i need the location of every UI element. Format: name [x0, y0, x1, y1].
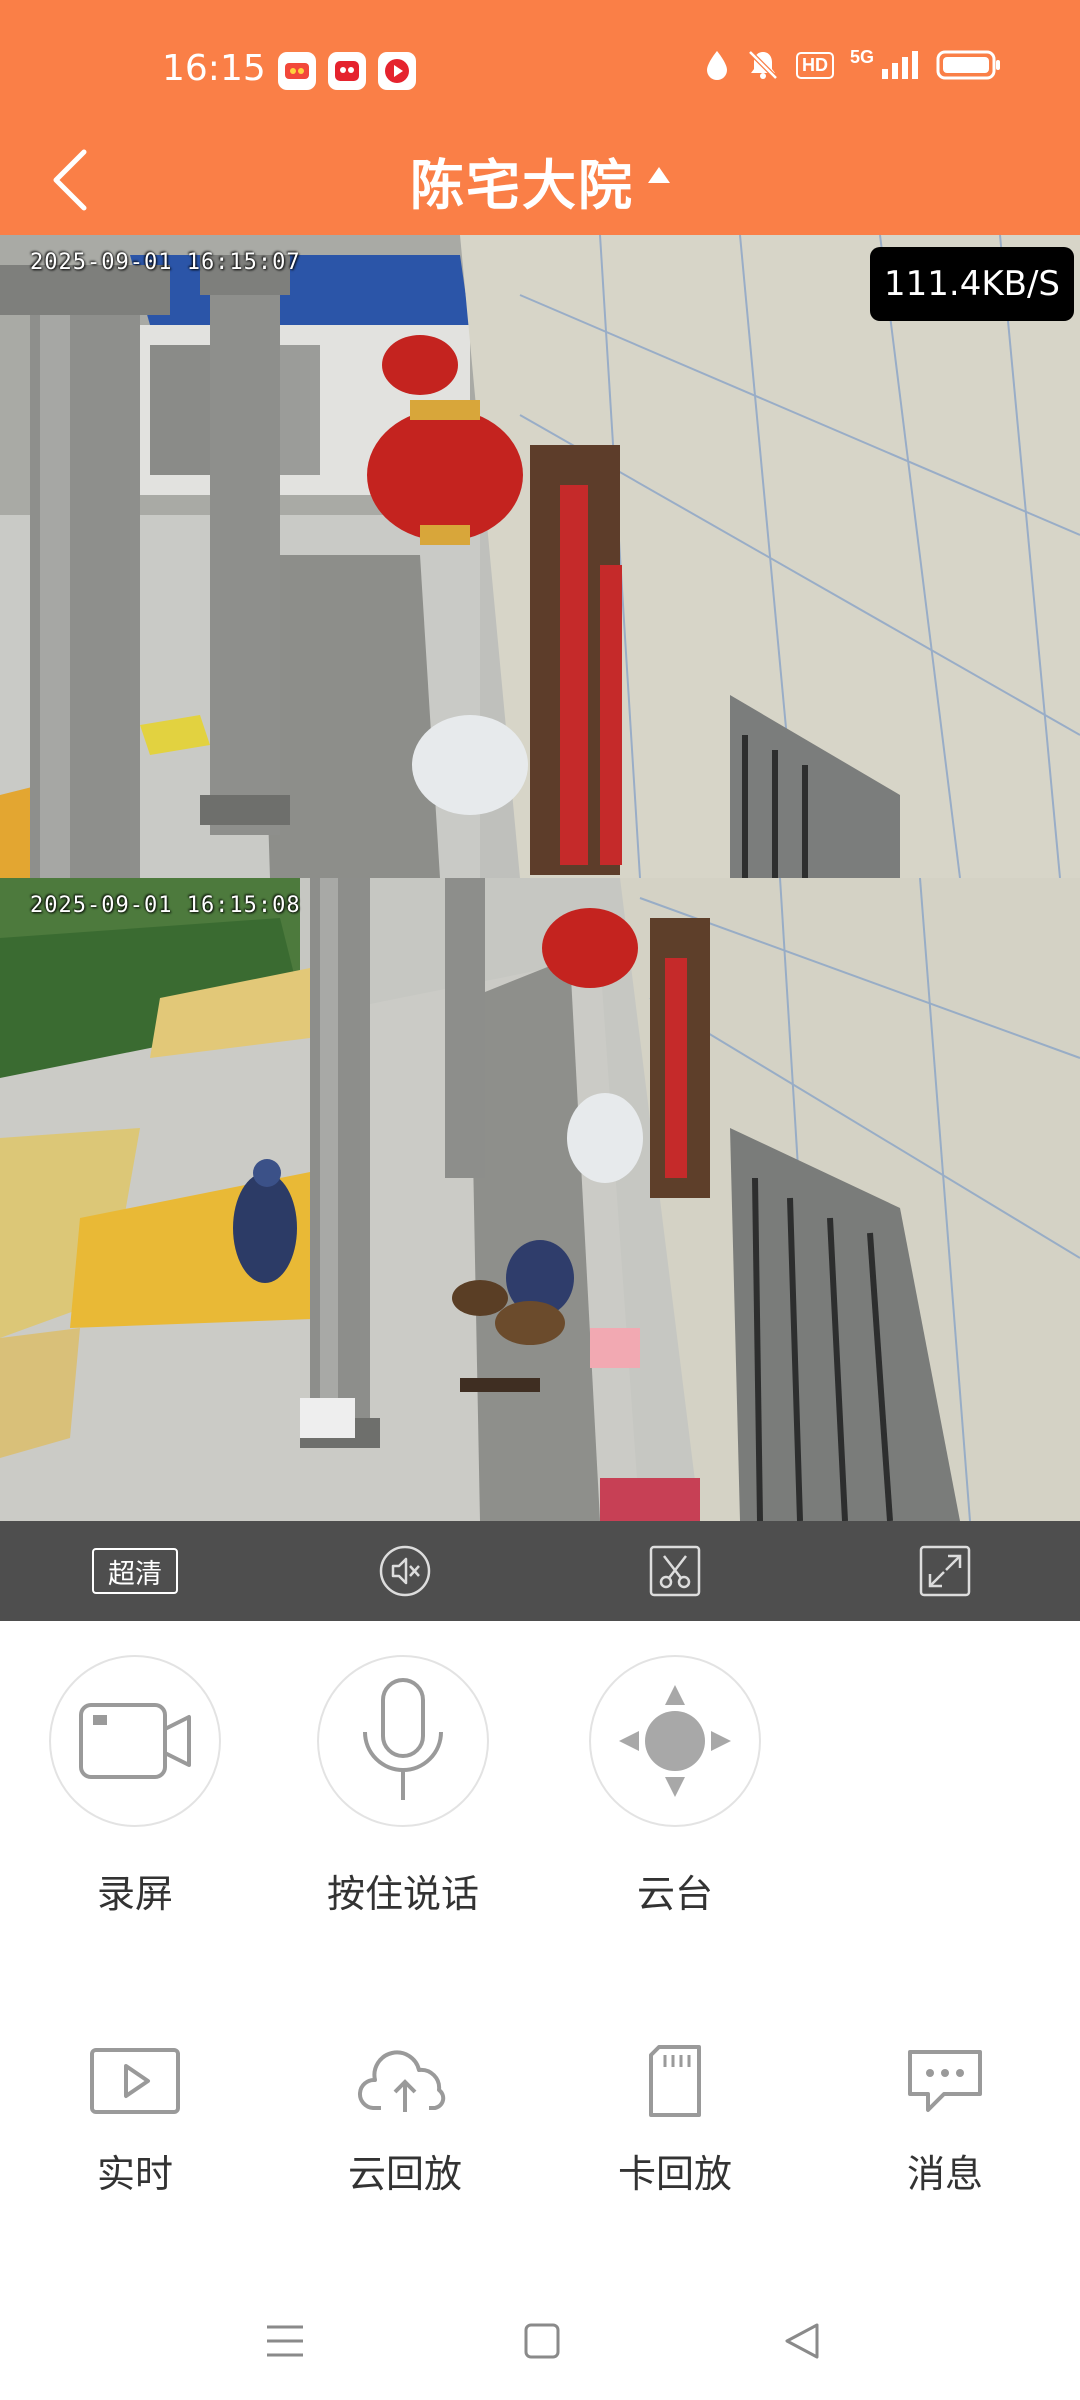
action-panel: 录屏 按住说话 云台 实时 云回放 卡回放 消息: [0, 1621, 1080, 2281]
page-title: 陈宅大院: [410, 153, 634, 217]
app-notification-icon: [328, 52, 366, 90]
status-indicators: HD 5G: [704, 46, 1002, 82]
live-label: 实时: [96, 2152, 173, 2196]
fullscreen-button[interactable]: [915, 1541, 975, 1601]
sd-card-icon: [649, 2045, 701, 2117]
quality-button[interactable]: 超清: [92, 1548, 178, 1594]
record-button-circle: [49, 1655, 221, 1827]
mute-bell-icon: [748, 50, 778, 80]
ptz-label: 云台: [636, 1872, 713, 1916]
menu-nav-button[interactable]: [255, 2311, 315, 2371]
camera-feed-2[interactable]: 2025-09-01 16:15:08: [0, 878, 1080, 1521]
expand-icon: [919, 1545, 971, 1597]
microphone-icon: [363, 1678, 443, 1800]
hd-badge: HD: [795, 51, 834, 79]
signal-strength-icon: [882, 51, 918, 79]
talk-button-circle: [317, 1655, 489, 1827]
system-navigation-bar: [0, 2281, 1080, 2400]
header: 16:15 HD 5G 陈宅大院: [0, 0, 1080, 235]
video-camera-icon: [79, 1703, 191, 1779]
video-app-notification-icon: [378, 52, 416, 90]
messages-label: 消息: [906, 2152, 983, 2196]
network-type: 5G: [849, 46, 874, 67]
device-selector[interactable]: 陈宅大院: [0, 140, 1080, 220]
back-triangle-icon: [785, 2323, 819, 2359]
speaker-mute-icon: [379, 1545, 431, 1597]
bitrate-badge: 111.4KB/S: [870, 247, 1074, 321]
ptz-direction-icon: [619, 1685, 731, 1797]
card-playback-label: 卡回放: [617, 2152, 732, 2196]
home-nav-button[interactable]: [512, 2311, 572, 2371]
live-button[interactable]: 实时: [35, 2041, 235, 2198]
menu-icon: [267, 2325, 303, 2357]
status-time: 16:15: [162, 48, 266, 89]
caret-up-icon: [648, 167, 670, 183]
feed-timestamp: 2025-09-01 16:15:07: [30, 250, 301, 275]
scissors-icon: [649, 1545, 701, 1597]
push-to-talk-button[interactable]: 按住说话: [303, 1655, 503, 1918]
app-notification-icon: [278, 52, 316, 90]
cloud-playback-label: 云回放: [347, 2152, 462, 2196]
messages-button[interactable]: 消息: [845, 2041, 1045, 2198]
playback-control-bar: 超清: [0, 1521, 1080, 1621]
location-drop-icon: [706, 51, 727, 80]
record-button[interactable]: 录屏: [35, 1655, 235, 1918]
battery-icon: [936, 50, 1000, 80]
camera-live-screen: 16:15 HD 5G 陈宅大院 2025-09-01 16:15:07 111…: [0, 0, 1080, 2400]
screenshot-button[interactable]: [645, 1541, 705, 1601]
back-nav-button[interactable]: [772, 2311, 832, 2371]
talk-label: 按住说话: [326, 1872, 479, 1916]
cloud-upload-icon: [357, 2050, 446, 2112]
message-icon: [908, 2050, 982, 2112]
camera-scene-2: [0, 878, 1080, 1521]
notification-icons: [278, 52, 416, 90]
camera-feed-1[interactable]: 2025-09-01 16:15:07 111.4KB/S: [0, 235, 1080, 878]
live-play-icon: [90, 2048, 180, 2114]
card-playback-button[interactable]: 卡回放: [575, 2041, 775, 2198]
record-label: 录屏: [96, 1872, 173, 1916]
ptz-button-circle: [589, 1655, 761, 1827]
camera-scene-1: [0, 235, 1080, 878]
ptz-button[interactable]: 云台: [575, 1655, 775, 1918]
cloud-playback-button[interactable]: 云回放: [305, 2041, 505, 2198]
mute-button[interactable]: [375, 1541, 435, 1601]
home-square-icon: [524, 2323, 560, 2359]
status-bar: 16:15 HD 5G: [0, 0, 1080, 130]
nav-row: 陈宅大院: [0, 130, 1080, 235]
feed-timestamp: 2025-09-01 16:15:08: [30, 893, 301, 918]
